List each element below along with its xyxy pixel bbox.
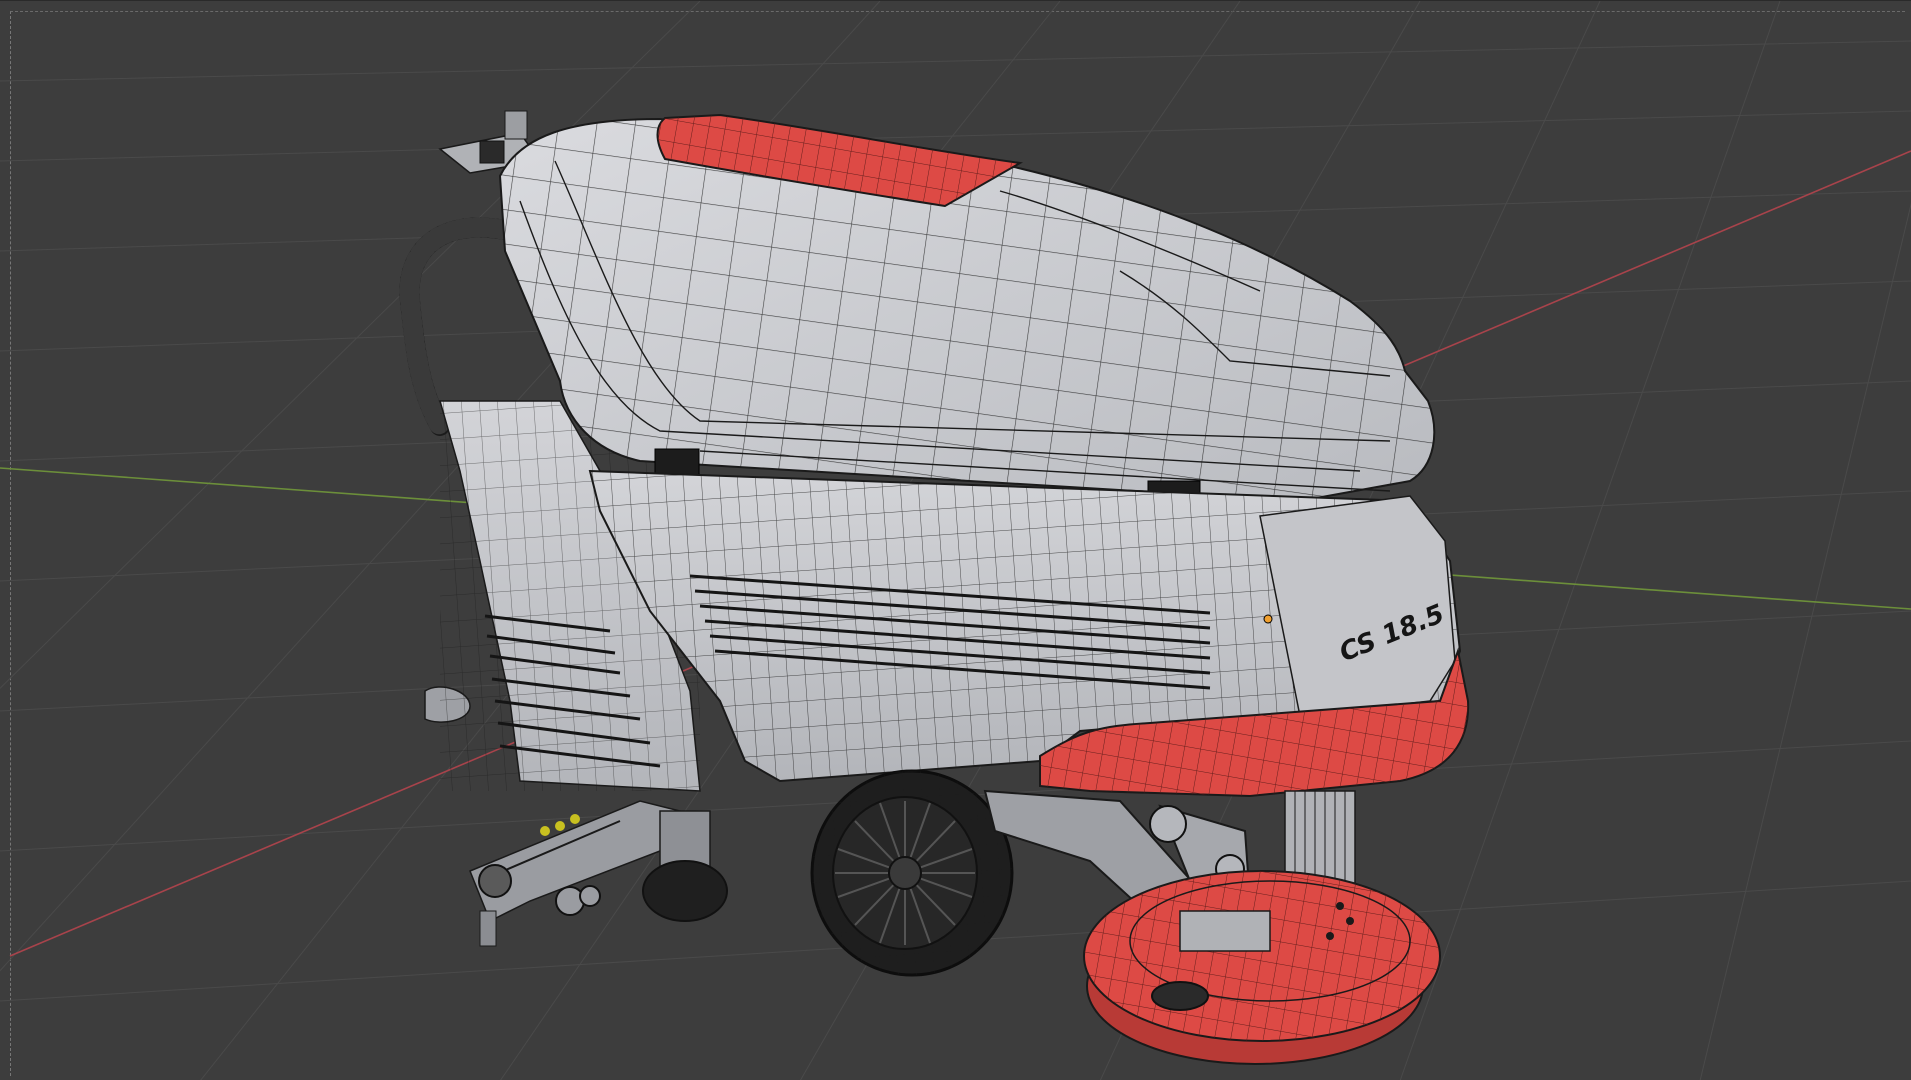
floor-scrubber-model[interactable]: CS 18.5 [399, 110, 1470, 1065]
main-wheel[interactable] [810, 769, 1014, 977]
3d-viewport[interactable]: CS 18.5 [0, 0, 1911, 1080]
scrub-brush-deck[interactable] [1083, 870, 1441, 1065]
scene-canvas[interactable]: CS 18.5 [0, 1, 1911, 1080]
squeegee-assembly[interactable] [469, 800, 682, 947]
object-origin-icon [1263, 614, 1273, 624]
